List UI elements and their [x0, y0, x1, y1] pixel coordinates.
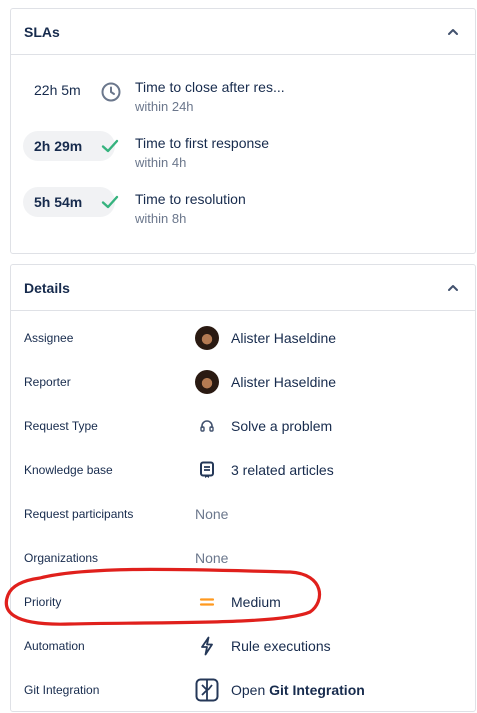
detail-row-organizations: Organizations None [11, 536, 475, 580]
git-integration-link[interactable]: Open Git Integration [195, 678, 365, 702]
knowledge-base-field[interactable]: 3 related articles [195, 458, 334, 482]
detail-value: Rule executions [231, 638, 331, 654]
sla-time: 2h 29m [34, 138, 83, 154]
detail-value: None [195, 550, 229, 566]
detail-row-automation: Automation Rule executions [11, 624, 475, 668]
sla-panel-title: SLAs [24, 23, 60, 40]
detail-label: Assignee [24, 331, 74, 345]
avatar [195, 370, 219, 394]
detail-label: Git Integration [24, 683, 100, 697]
detail-label: Knowledge base [24, 463, 113, 477]
sla-item-time-to-close[interactable]: 22h 5m Time to close after res... within… [23, 69, 465, 114]
sla-target: within 4h [135, 155, 187, 170]
detail-row-request-participants: Request participants None [11, 492, 475, 536]
detail-row-request-type: Request Type Solve a problem [11, 404, 475, 448]
sla-target: within 24h [135, 99, 194, 114]
detail-label: Priority [24, 595, 62, 609]
lightning-icon [195, 634, 219, 658]
detail-row-reporter: Reporter Alister Haseldine [11, 360, 475, 404]
chevron-up-icon[interactable] [445, 280, 461, 296]
sla-name: Time to resolution [135, 191, 246, 207]
clock-icon [101, 82, 121, 102]
sla-name: Time to first response [135, 135, 270, 151]
priority-medium-icon [195, 590, 219, 614]
request-type-field[interactable]: Solve a problem [195, 414, 332, 438]
sla-panel: SLAs 22h 5m Time to close after res... w… [10, 8, 476, 254]
detail-label: Organizations [24, 551, 99, 565]
sla-time: 5h 54m [34, 194, 83, 210]
sla-target: within 8h [135, 211, 187, 226]
reporter-field[interactable]: Alister Haseldine [195, 370, 336, 394]
book-icon [195, 458, 219, 482]
detail-row-assignee: Assignee Alister Haseldine [11, 316, 475, 360]
detail-label: Request participants [24, 507, 134, 521]
detail-row-priority: Priority Medium [11, 580, 475, 624]
detail-value: Alister Haseldine [231, 330, 337, 346]
git-integration-label: Git Integration [269, 682, 365, 698]
detail-value: Solve a problem [231, 418, 333, 434]
check-icon [101, 138, 119, 154]
sla-time: 22h 5m [34, 82, 81, 98]
detail-value: 3 related articles [231, 462, 334, 478]
automation-field[interactable]: Rule executions [195, 634, 331, 658]
priority-field[interactable]: Medium [195, 590, 281, 614]
request-participants-field[interactable]: None [195, 506, 228, 522]
chevron-up-icon[interactable] [445, 24, 461, 40]
sla-name: Time to close after res... [135, 79, 285, 95]
detail-value: Medium [231, 594, 281, 610]
details-panel-header[interactable]: Details [11, 265, 475, 311]
sla-item-resolution[interactable]: 5h 54m Time to resolution within 8h [23, 181, 465, 226]
headset-icon [195, 414, 219, 438]
detail-label: Automation [24, 639, 85, 653]
detail-value: Alister Haseldine [231, 374, 337, 390]
git-integration-icon [195, 678, 219, 702]
avatar [195, 326, 219, 350]
detail-value: None [195, 506, 229, 522]
details-panel-title: Details [24, 279, 70, 296]
detail-label: Request Type [24, 419, 98, 433]
detail-label: Reporter [24, 375, 71, 389]
git-integration-prefix: Open [231, 682, 266, 698]
detail-row-knowledge-base: Knowledge base 3 related articles [11, 448, 475, 492]
assignee-field[interactable]: Alister Haseldine [195, 326, 336, 350]
check-icon [101, 194, 119, 210]
organizations-field[interactable]: None [195, 550, 228, 566]
sla-panel-header[interactable]: SLAs [11, 9, 475, 55]
detail-row-git-integration: Git Integration Open Git Integration [11, 668, 475, 712]
details-panel: Details Assignee Alister Haseldine Repor… [10, 264, 476, 712]
sla-item-first-response[interactable]: 2h 29m Time to first response within 4h [23, 125, 465, 170]
